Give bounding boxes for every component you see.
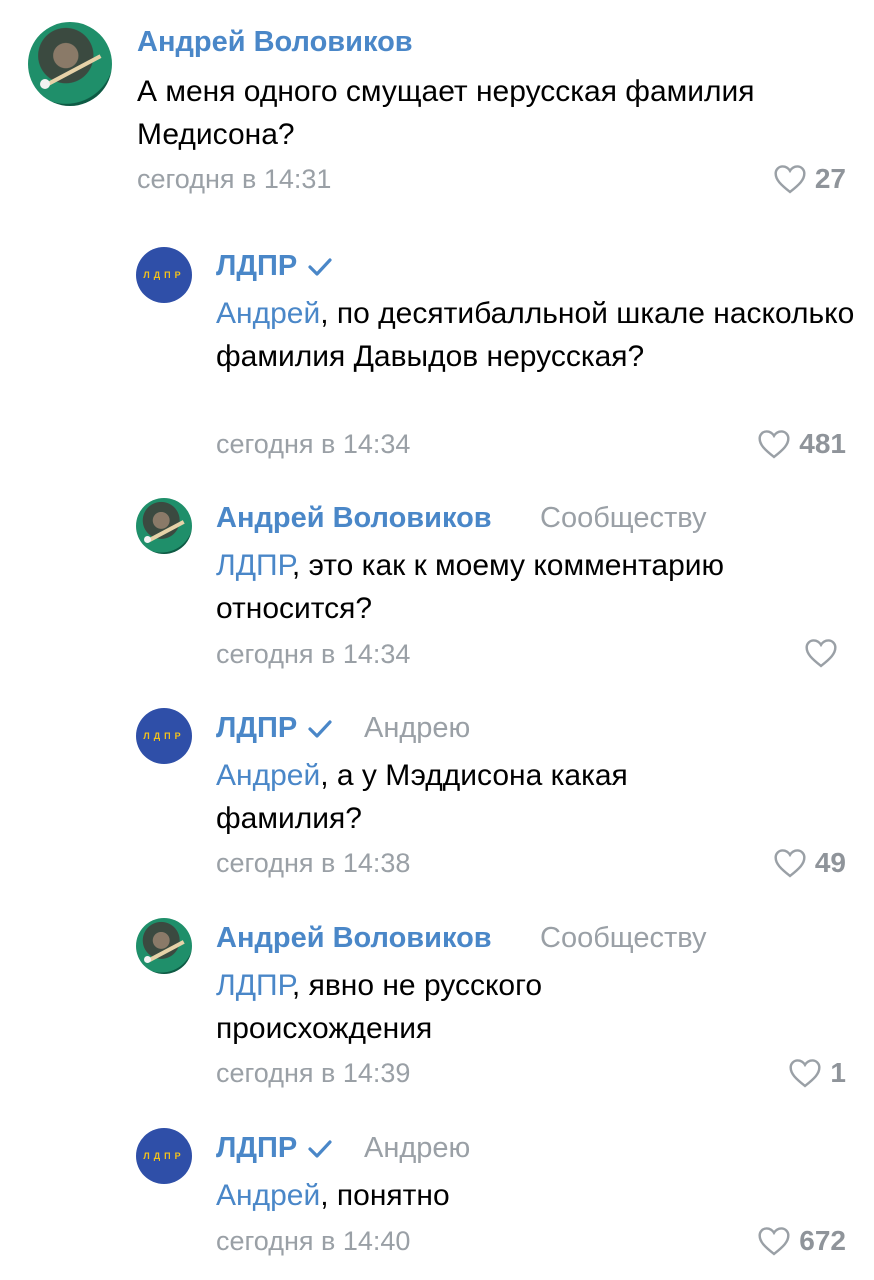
avatar[interactable]: ЛДПР [136,1128,192,1184]
like-button[interactable]: 1 [788,1057,846,1089]
verified-check-icon [308,258,332,276]
comment-text: А меня одного смущает нерусская фамилия … [137,70,857,156]
avatar[interactable] [28,22,112,106]
author-name[interactable]: Андрей Воловиков [137,26,413,59]
like-count: 27 [814,163,846,194]
like-button[interactable]: 481 [757,428,846,460]
reply-to-label[interactable]: Сообществу [540,922,707,955]
reply-to-label[interactable]: Андрею [364,712,470,745]
comment-body: А меня одного смущает нерусская фамилия … [137,75,755,151]
heart-icon [774,165,806,194]
like-button[interactable] [804,638,846,668]
reply-to-label[interactable]: Андрею [364,1132,470,1165]
author-name-label: ЛДПР [216,712,298,744]
author-name[interactable]: ЛДПР [216,250,333,283]
heart-icon [758,430,790,459]
timestamp[interactable]: сегодня в 14:40 [216,1226,410,1257]
avatar[interactable]: ЛДПР [136,708,192,764]
like-button[interactable]: 672 [757,1225,846,1257]
reply-to-label[interactable]: Сообществу [540,502,707,535]
author-name[interactable]: Андрей Воловиков [216,922,492,955]
heart-icon [789,1059,821,1088]
comment-text: Андрей, по десятибалльной шкале наскольк… [216,292,856,378]
like-button[interactable]: 27 [773,163,846,195]
timestamp[interactable]: сегодня в 14:31 [137,164,331,195]
like-count: 49 [814,847,846,878]
comment-body: , понятно [320,1179,450,1212]
avatar[interactable]: ЛДПР [136,247,192,303]
verified-check-icon [308,1140,332,1158]
like-count: 1 [830,1057,846,1088]
author-name[interactable]: ЛДПР [216,1132,333,1165]
heart-icon [774,849,806,878]
like-button[interactable]: 49 [773,847,846,879]
timestamp[interactable]: сегодня в 14:34 [216,429,410,460]
mention-link[interactable]: Андрей [216,297,320,330]
heart-icon [805,639,837,668]
author-name[interactable]: Андрей Воловиков [216,502,492,535]
like-count: 481 [799,428,846,459]
ldpr-logo: ЛДПР [143,270,185,280]
avatar[interactable] [136,918,192,974]
author-name[interactable]: ЛДПР [216,712,333,745]
author-name-label: ЛДПР [216,1132,298,1164]
comment-text: Андрей, понятно [216,1174,856,1217]
mention-link[interactable]: ЛДПР [216,549,292,582]
timestamp[interactable]: сегодня в 14:38 [216,848,410,879]
mention-link[interactable]: Андрей [216,759,320,792]
timestamp[interactable]: сегодня в 14:34 [216,639,410,670]
mention-link[interactable]: Андрей [216,1179,320,1212]
heart-icon [758,1227,790,1256]
avatar[interactable] [136,498,192,554]
ldpr-logo: ЛДПР [143,731,185,741]
verified-check-icon [308,720,332,738]
timestamp[interactable]: сегодня в 14:39 [216,1058,410,1089]
like-count: 672 [799,1225,846,1256]
mention-link[interactable]: ЛДПР [216,969,292,1002]
comment-text: Андрей, а у Мэддисона какая фамилия? [216,754,736,840]
comment-body: , это как к моему комментарию относится? [216,549,725,625]
author-name-label: ЛДПР [216,250,298,282]
comment-text: ЛДПР, явно не русского происхождения [216,964,696,1050]
comment-text: ЛДПР, это как к моему комментарию относи… [216,544,856,630]
ldpr-logo: ЛДПР [143,1151,185,1161]
